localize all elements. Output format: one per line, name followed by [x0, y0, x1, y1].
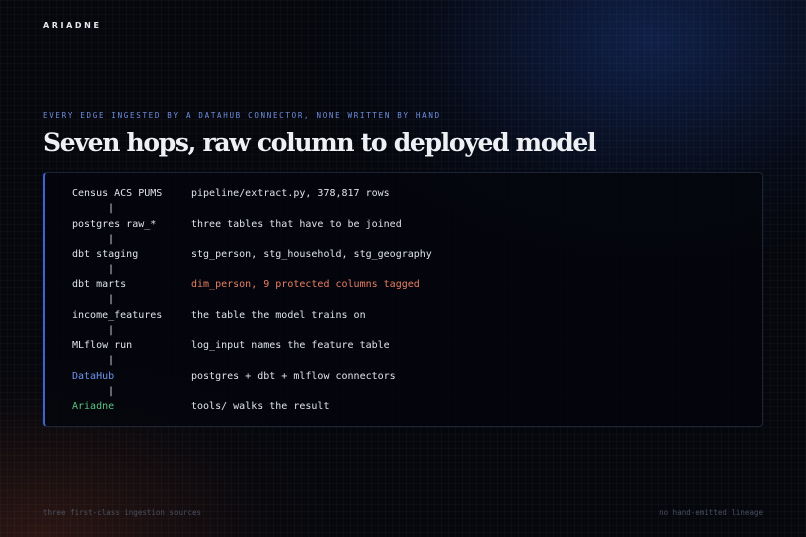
lineage-connector: |	[108, 325, 115, 336]
footer-left-note: three first-class ingestion sources	[43, 508, 202, 517]
hop-description: log_input names the feature table	[191, 340, 390, 351]
hop-name: income_features	[72, 310, 163, 321]
eyebrow-caption: EVERY EDGE INGESTED BY A DATAHUB CONNECT…	[43, 111, 441, 120]
brand-logo: ARIADNE	[43, 21, 102, 30]
lineage-row-postgres: postgres raw_* three tables that have to …	[72, 219, 402, 231]
lineage-connector: |	[108, 355, 115, 366]
hop-name-datahub: DataHub	[72, 371, 115, 382]
hop-description: pipeline/extract.py, 378,817 rows	[191, 188, 390, 199]
lineage-row-dbt-staging: dbt staging stg_person, stg_household, st…	[72, 249, 432, 261]
hop-description: tools/ walks the result	[191, 401, 330, 412]
footer-right-note: no hand-emitted lineage	[659, 508, 763, 517]
hop-description: the table the model trains on	[191, 310, 366, 321]
lineage-row-census: Census ACS PUMS pipeline/extract.py, 378,…	[72, 188, 390, 200]
lineage-row-income-features: income_features the table the model train…	[72, 310, 366, 322]
hop-description: stg_person, stg_household, stg_geography	[191, 249, 432, 260]
lineage-row-dbt-marts: dbt marts dim_person, 9 protected columns…	[72, 279, 420, 291]
hop-description: three tables that have to be joined	[191, 219, 402, 230]
hop-name-ariadne: Ariadne	[72, 401, 115, 412]
hop-description-highlight: dim_person, 9 protected columns tagged	[191, 279, 420, 290]
lineage-row-datahub: DataHub postgres + dbt + mlflow connector…	[72, 371, 396, 383]
hop-description: postgres + dbt + mlflow connectors	[191, 371, 396, 382]
hop-name: MLflow run	[72, 340, 133, 351]
hop-name: postgres raw_*	[72, 219, 157, 230]
page-title: Seven hops, raw column to deployed model	[43, 128, 596, 157]
lineage-connector: |	[108, 386, 115, 397]
hop-name: Census ACS PUMS	[72, 188, 163, 199]
lineage-connector: |	[108, 234, 115, 245]
lineage-connector: |	[108, 294, 115, 305]
lineage-row-ariadne: Ariadne tools/ walks the result	[72, 401, 329, 413]
lineage-connector: |	[108, 203, 115, 214]
hop-name: dbt marts	[72, 279, 127, 290]
lineage-panel: Census ACS PUMS pipeline/extract.py, 378,…	[43, 172, 763, 427]
lineage-connector: |	[108, 264, 115, 275]
lineage-row-mlflow: MLflow run log_input names the feature ta…	[72, 340, 390, 352]
hop-name: dbt staging	[72, 249, 139, 260]
